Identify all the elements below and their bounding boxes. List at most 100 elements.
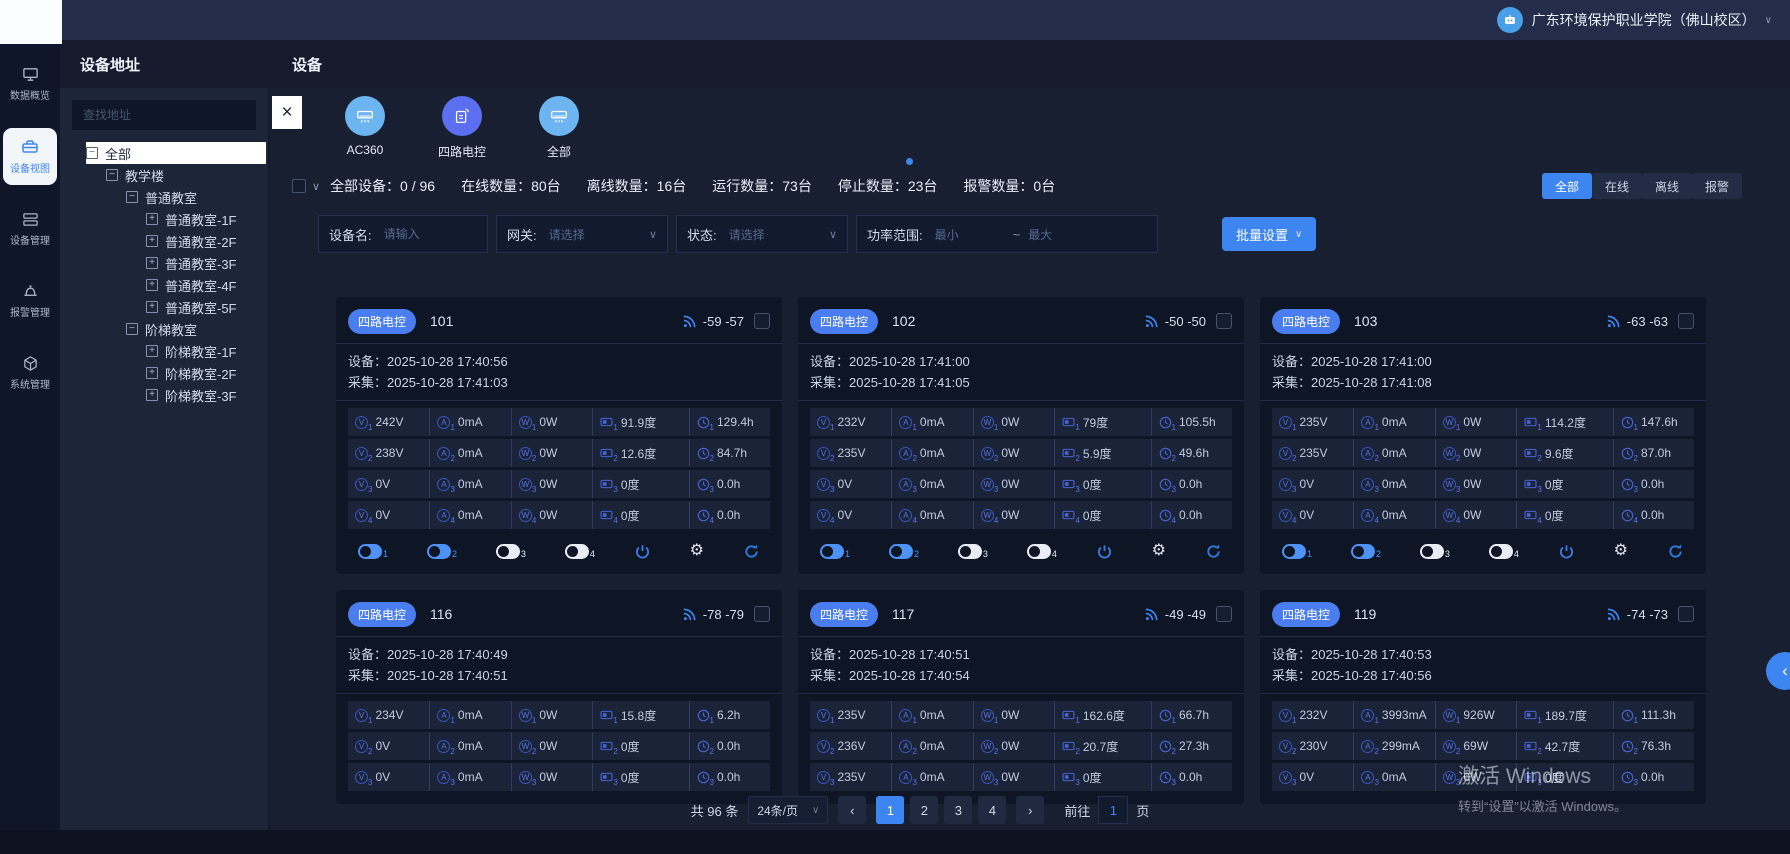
page-button-3[interactable]: 3 [944, 796, 972, 824]
collapse-icon[interactable]: − [86, 147, 98, 159]
power-max-input[interactable]: 最大 [1028, 226, 1098, 243]
settings-gear-icon[interactable]: ⚙ [1614, 543, 1628, 559]
sidebar-item-device-view[interactable]: 设备视图 [3, 128, 57, 185]
card-checkbox[interactable] [1216, 313, 1232, 329]
carousel-dot[interactable] [906, 158, 913, 165]
signal: -50 -50 [1144, 314, 1206, 329]
refresh-button[interactable] [743, 543, 760, 560]
tree-item[interactable]: +普通教室-3F [86, 252, 266, 274]
app-shell: 数据概览设备视图设备管理报警管理系统管理 广东环境保护职业学院（佛山校区） ∨ … [0, 0, 1790, 830]
power-min-input[interactable]: 最小 [935, 226, 1005, 243]
tree-item[interactable]: +普通教室-4F [86, 274, 266, 296]
tree-item[interactable]: +阶梯教室-2F [86, 362, 266, 384]
hours-icon [1159, 771, 1172, 784]
signal-icon [1144, 607, 1159, 622]
page-size-select[interactable]: 24条/页 ∨ [748, 796, 828, 824]
card-checkbox[interactable] [754, 313, 770, 329]
device-name-input[interactable] [384, 227, 454, 241]
collapse-icon[interactable]: − [126, 323, 138, 335]
device-type-全部[interactable]: 全部 [528, 96, 590, 160]
data-cell: V2236V [810, 732, 891, 760]
page-button-2[interactable]: 2 [910, 796, 938, 824]
channel-toggle-1[interactable]: 1 [1282, 544, 1312, 559]
tree-item[interactable]: +阶梯教室-3F [86, 384, 266, 406]
gateway-select[interactable]: 网关: 请选择 ∨ [496, 215, 668, 253]
channel-toggle-3[interactable]: 3 [958, 544, 988, 559]
channel-number: 1 [1456, 423, 1460, 432]
collapse-icon[interactable]: − [126, 191, 138, 203]
data-value: 111.3h [1641, 708, 1676, 722]
tree-item[interactable]: −教学楼 [86, 164, 266, 186]
channel-toggle-3[interactable]: 3 [496, 544, 526, 559]
device-type-AC360[interactable]: AC360 [334, 96, 396, 160]
channel-toggle-2[interactable]: 2 [1351, 544, 1381, 559]
current-icon: A [1361, 416, 1374, 429]
data-cell: 30.0h [1613, 763, 1694, 791]
next-page-button[interactable]: › [1016, 796, 1044, 824]
channel-toggle-4[interactable]: 4 [1489, 544, 1519, 559]
expand-icon[interactable]: + [146, 213, 158, 225]
tree-item[interactable]: +普通教室-1F [86, 208, 266, 230]
tree-item[interactable]: +普通教室-2F [86, 230, 266, 252]
goto-page-input[interactable]: 1 [1098, 796, 1128, 824]
refresh-button[interactable] [1205, 543, 1222, 560]
channel-toggle-3[interactable]: 3 [1420, 544, 1450, 559]
card-checkbox[interactable] [1678, 313, 1694, 329]
channel-toggle-2[interactable]: 2 [427, 544, 457, 559]
close-icon[interactable]: × [272, 96, 302, 129]
collapse-icon[interactable]: − [106, 169, 118, 181]
card-checkbox[interactable] [1216, 606, 1232, 622]
sidebar-item-system-manage[interactable]: 系统管理 [3, 345, 57, 401]
expand-icon[interactable]: + [146, 301, 158, 313]
channel-toggle-1[interactable]: 1 [820, 544, 850, 559]
chevron-down-icon[interactable]: ∨ [312, 180, 320, 193]
sidebar-item-alarm-manage[interactable]: 报警管理 [3, 273, 57, 329]
chevron-down-icon[interactable]: ∨ [1765, 15, 1772, 26]
tab-在线[interactable]: 在线 [1592, 173, 1642, 199]
expand-icon[interactable]: + [146, 367, 158, 379]
tab-报警[interactable]: 报警 [1692, 173, 1742, 199]
sidebar-item-device-manage[interactable]: 设备管理 [3, 201, 57, 257]
sidebar-item-data-overview[interactable]: 数据概览 [3, 56, 57, 112]
status-select[interactable]: 状态: 请选择 ∨ [676, 215, 848, 253]
expand-icon[interactable]: + [146, 279, 158, 291]
channel-toggle-1[interactable]: 1 [358, 544, 388, 559]
expand-icon[interactable]: + [146, 235, 158, 247]
tab-全部[interactable]: 全部 [1542, 173, 1592, 199]
tree-item[interactable]: +普通教室-5F [86, 296, 266, 318]
refresh-button[interactable] [1667, 543, 1684, 560]
channel-toggle-2[interactable]: 2 [889, 544, 919, 559]
power-button[interactable] [1096, 543, 1113, 560]
data-cell: W40W [511, 501, 592, 529]
signal-icon [1606, 607, 1621, 622]
address-search-input[interactable] [72, 100, 256, 130]
page-button-1[interactable]: 1 [876, 796, 904, 824]
expand-icon[interactable]: + [146, 389, 158, 401]
user-avatar-icon[interactable] [1497, 7, 1523, 33]
channel-number: 3 [710, 485, 714, 494]
tree-item[interactable]: −阶梯教室 [86, 318, 266, 340]
prev-page-button[interactable]: ‹ [838, 796, 866, 824]
channel-toggle-4[interactable]: 4 [565, 544, 595, 559]
tree-item[interactable]: −全部 [86, 142, 266, 164]
settings-gear-icon[interactable]: ⚙ [1152, 543, 1166, 559]
expand-icon[interactable]: + [146, 257, 158, 269]
organization-name[interactable]: 广东环境保护职业学院（佛山校区） [1532, 10, 1756, 30]
page-button-4[interactable]: 4 [978, 796, 1006, 824]
select-all-checkbox[interactable] [292, 179, 306, 193]
card-checkbox[interactable] [1678, 606, 1694, 622]
expand-icon[interactable]: + [146, 345, 158, 357]
tab-离线[interactable]: 离线 [1642, 173, 1692, 199]
device-type-四路电控[interactable]: 四路电控 [431, 96, 493, 160]
tree-item[interactable]: −普通教室 [86, 186, 266, 208]
power-button[interactable] [1558, 543, 1575, 560]
channel-toggle-4[interactable]: 4 [1027, 544, 1057, 559]
card-checkbox[interactable] [754, 606, 770, 622]
tree-item[interactable]: +阶梯教室-1F [86, 340, 266, 362]
power-button[interactable] [634, 543, 651, 560]
app-logo [0, 0, 62, 44]
power-icon: W [981, 447, 994, 460]
settings-gear-icon[interactable]: ⚙ [690, 543, 704, 559]
power-icon: W [519, 478, 532, 491]
bulk-settings-button[interactable]: 批量设置 ∨ [1222, 217, 1316, 251]
